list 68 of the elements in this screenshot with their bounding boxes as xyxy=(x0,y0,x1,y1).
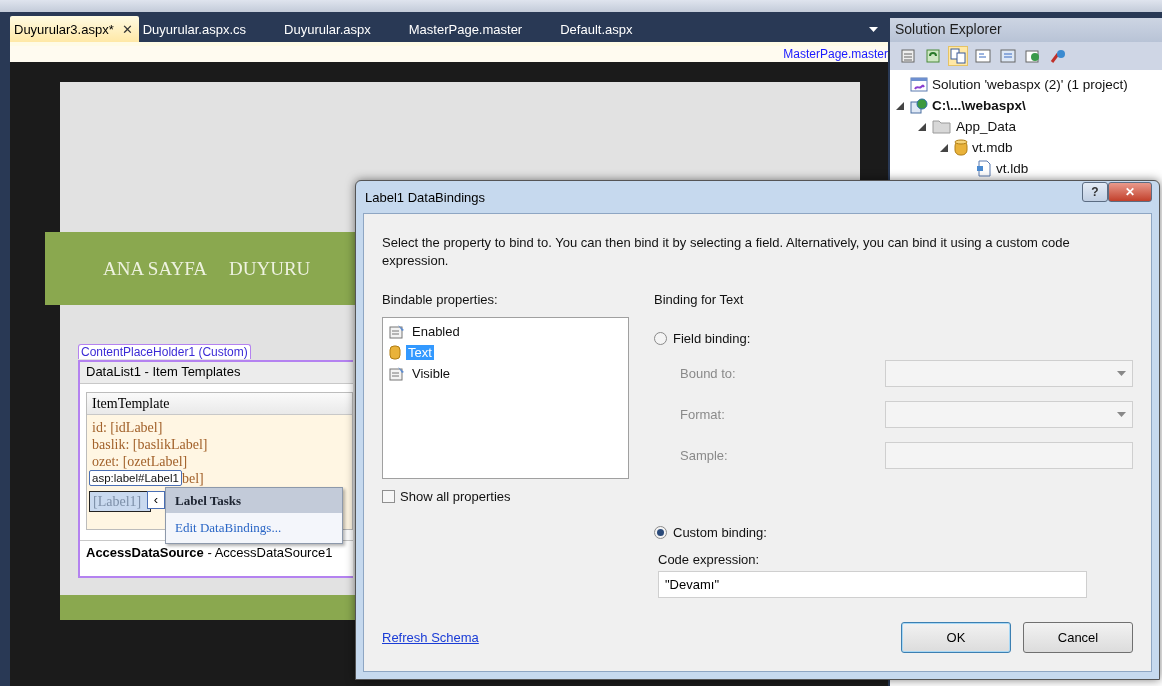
refresh-schema-link[interactable]: Refresh Schema xyxy=(382,630,479,645)
template-line: baslik: [baslikLabel] xyxy=(92,436,209,453)
datalist-header: DataList1 - Item Templates xyxy=(80,362,353,384)
document-tab[interactable]: Duyurular.aspx xyxy=(280,16,389,42)
dropdown-field[interactable] xyxy=(885,360,1133,387)
checkbox-label[interactable]: Show all properties xyxy=(400,489,511,504)
input-field[interactable] xyxy=(885,442,1133,469)
dropdown-arrow-icon[interactable] xyxy=(869,27,878,32)
field-label: Bound to: xyxy=(680,366,737,381)
property-item[interactable]: Visible xyxy=(410,366,453,381)
content-placeholder[interactable]: DataList1 - Item Templates ItemTemplate id: [idLabel] baslik: [baslikLabel] ozet: [ozetLabel] asp:label#Label1 bel] [Label1] ‹ Label Tasks Edit DataBindings... AccessDataSource - AccessDataSource1 xyxy=(78,360,353,578)
code-expression-field[interactable]: "Devamı" xyxy=(658,571,1087,598)
template-header: ItemTemplate xyxy=(87,393,352,415)
field-label: Code expression: xyxy=(658,552,761,567)
tree-item[interactable]: App_Data xyxy=(956,119,1017,134)
tree-item[interactable]: C:\...\webaspx\ xyxy=(932,98,1026,113)
property-item[interactable]: Enabled xyxy=(410,324,462,339)
expanded-arrow-icon[interactable] xyxy=(918,122,926,131)
document-tab[interactable]: Duyurular3.aspx* ✕ xyxy=(10,16,139,42)
expanded-arrow-icon[interactable] xyxy=(940,143,948,152)
copy-button[interactable] xyxy=(948,46,968,66)
code-view-button[interactable] xyxy=(973,46,993,66)
master-page-link[interactable]: MasterPage.master xyxy=(783,47,888,61)
expanded-arrow-icon[interactable] xyxy=(896,101,904,110)
radio-button[interactable] xyxy=(654,526,667,539)
tree-item[interactable]: vt.mdb xyxy=(972,140,1013,155)
properties-button[interactable] xyxy=(898,46,918,66)
radio-label[interactable]: Field binding: xyxy=(673,331,751,346)
tree-item[interactable]: Solution 'webaspx (2)' (1 project) xyxy=(932,77,1128,92)
smart-tag-button[interactable]: ‹ xyxy=(147,491,165,509)
panel-title: Solution Explorer xyxy=(890,18,1162,42)
database-icon xyxy=(954,138,968,157)
field-label: Format: xyxy=(680,407,726,422)
dropdown-field[interactable] xyxy=(885,401,1133,428)
dialog-title: Label1 DataBindings xyxy=(364,189,486,205)
radio-button[interactable] xyxy=(654,332,667,345)
database-icon xyxy=(389,345,401,360)
close-tab-button[interactable]: ✕ xyxy=(121,21,133,37)
properties-icon xyxy=(389,324,405,339)
field-label: Bindable properties: xyxy=(382,292,499,307)
designer-view-button[interactable] xyxy=(998,46,1018,66)
document-tab[interactable]: MasterPage.master xyxy=(404,16,541,42)
help-button[interactable]: ? xyxy=(1082,182,1108,202)
refresh-button[interactable] xyxy=(923,46,943,66)
globe-page-icon xyxy=(910,97,928,114)
template-line: id: [idLabel] xyxy=(92,419,164,436)
properties-icon xyxy=(389,366,405,381)
template-line: bel] xyxy=(181,470,204,487)
solution-icon xyxy=(910,76,928,93)
document-tab[interactable]: Duyurular.aspx.cs xyxy=(138,16,265,42)
folder-icon xyxy=(932,119,952,134)
tree-item[interactable]: vt.ldb xyxy=(996,161,1029,176)
radio-label[interactable]: Custom binding: xyxy=(673,525,767,540)
element-tag: asp:label#Label1 xyxy=(89,470,182,486)
tasks-menu-title: Label Tasks xyxy=(166,488,342,513)
dropdown-arrow-icon xyxy=(1117,412,1126,417)
document-tab[interactable]: Default.aspx xyxy=(556,16,651,42)
section-title: Binding for Text xyxy=(654,292,745,307)
linked-file-icon xyxy=(976,160,992,177)
placeholder-tag: ContentPlaceHolder1 (Custom) xyxy=(78,344,251,359)
field-label: Sample: xyxy=(680,448,729,463)
checkbox[interactable] xyxy=(382,490,395,503)
dialog-button[interactable]: OK xyxy=(901,622,1011,653)
instructions-text: Select the property to bind to. You can then bind it by selecting a field. Alternatively, you can bind it using a custom code expression. xyxy=(382,234,1071,270)
dropdown-arrow-icon xyxy=(1117,371,1126,376)
dialog-button[interactable]: Cancel xyxy=(1023,622,1133,653)
tasks-menu-item[interactable]: Edit DataBindings... xyxy=(166,513,342,543)
template-line: ozet: [ozetLabel] xyxy=(92,453,189,470)
